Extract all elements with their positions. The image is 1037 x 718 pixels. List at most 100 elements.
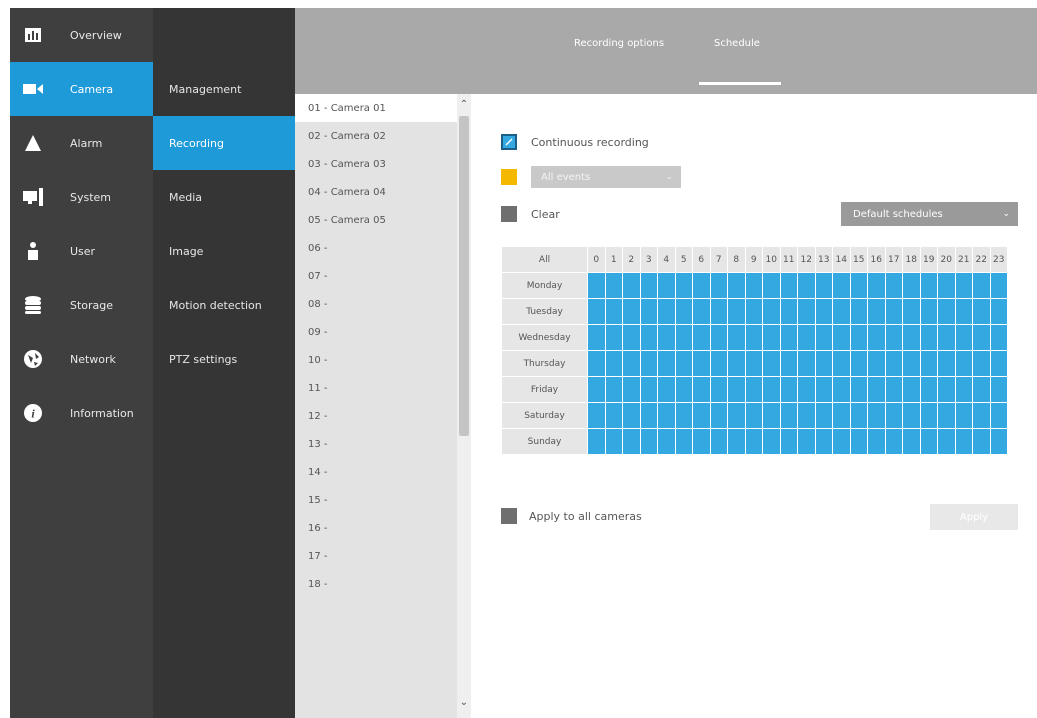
schedule-cell[interactable] [954,298,973,325]
camera-list-item[interactable]: 13 - [295,430,457,458]
camera-list-item[interactable]: 06 - [295,234,457,262]
schedule-cell[interactable] [587,402,606,429]
schedule-cell[interactable] [989,272,1008,299]
nav-item-information[interactable]: i Information [10,386,153,440]
schedule-cell[interactable] [884,376,903,403]
schedule-cell[interactable] [902,350,921,377]
schedule-cell[interactable] [692,402,711,429]
tab-recording-options[interactable]: Recording options [574,38,664,49]
schedule-cell[interactable] [849,402,868,429]
schedule-cell[interactable] [902,298,921,325]
schedule-cell[interactable] [674,402,693,429]
subnav-item-image[interactable]: Image [153,224,295,278]
schedule-cell[interactable] [692,350,711,377]
camera-list-item[interactable]: 12 - [295,402,457,430]
schedule-cell[interactable] [692,428,711,455]
nav-item-alarm[interactable]: Alarm [10,116,153,170]
schedule-cell[interactable] [954,350,973,377]
schedule-cell[interactable] [762,350,781,377]
schedule-cell[interactable] [989,350,1008,377]
schedule-cell[interactable] [972,428,991,455]
schedule-cell[interactable] [622,402,641,429]
grid-day-header[interactable]: Friday [501,376,588,403]
camera-list-item[interactable]: 18 - [295,570,457,598]
grid-hour-header[interactable]: 19 [919,246,938,273]
schedule-cell[interactable] [622,428,641,455]
schedule-cell[interactable] [604,402,623,429]
schedule-cell[interactable] [832,350,851,377]
schedule-cell[interactable] [814,402,833,429]
schedule-cell[interactable] [937,402,956,429]
schedule-cell[interactable] [832,376,851,403]
schedule-cell[interactable] [744,350,763,377]
schedule-cell[interactable] [884,402,903,429]
schedule-cell[interactable] [937,324,956,351]
schedule-cell[interactable] [587,350,606,377]
apply-all-checkbox[interactable] [501,508,517,524]
schedule-cell[interactable] [884,428,903,455]
schedule-cell[interactable] [867,428,886,455]
schedule-cell[interactable] [709,324,728,351]
schedule-cell[interactable] [587,428,606,455]
schedule-cell[interactable] [797,272,816,299]
grid-hour-header[interactable]: 1 [604,246,623,273]
grid-hour-header[interactable]: 5 [674,246,693,273]
schedule-cell[interactable] [849,350,868,377]
scroll-down-icon[interactable]: ⌄ [459,698,469,708]
grid-hour-header[interactable]: 11 [779,246,798,273]
schedule-cell[interactable] [919,376,938,403]
subnav-item-media[interactable]: Media [153,170,295,224]
grid-hour-header[interactable]: 23 [989,246,1008,273]
schedule-cell[interactable] [779,324,798,351]
grid-hour-header[interactable]: 18 [902,246,921,273]
schedule-cell[interactable] [744,324,763,351]
camera-list-scrollbar[interactable]: ⌃ ⌄ [457,94,471,718]
schedule-cell[interactable] [867,376,886,403]
schedule-cell[interactable] [814,324,833,351]
schedule-cell[interactable] [674,376,693,403]
schedule-cell[interactable] [814,350,833,377]
schedule-cell[interactable] [867,324,886,351]
schedule-cell[interactable] [727,402,746,429]
events-dropdown[interactable]: All events ⌄ [531,166,681,188]
grid-hour-header[interactable]: 8 [727,246,746,273]
camera-list-item[interactable]: 05 - Camera 05 [295,206,457,234]
camera-list-item[interactable]: 03 - Camera 03 [295,150,457,178]
grid-hour-header[interactable]: 2 [622,246,641,273]
schedule-cell[interactable] [972,324,991,351]
schedule-cell[interactable] [972,272,991,299]
grid-day-header[interactable]: Thursday [501,350,588,377]
schedule-cell[interactable] [867,350,886,377]
grid-hour-header[interactable]: 17 [884,246,903,273]
camera-list-item[interactable]: 08 - [295,290,457,318]
schedule-cell[interactable] [797,428,816,455]
grid-day-header[interactable]: Wednesday [501,324,588,351]
schedule-cell[interactable] [692,272,711,299]
schedule-cell[interactable] [622,324,641,351]
schedule-cell[interactable] [744,298,763,325]
schedule-cell[interactable] [622,298,641,325]
schedule-cell[interactable] [797,402,816,429]
schedule-cell[interactable] [604,272,623,299]
grid-hour-header[interactable]: 12 [797,246,816,273]
grid-day-header[interactable]: Tuesday [501,298,588,325]
schedule-cell[interactable] [604,298,623,325]
grid-day-header[interactable]: Sunday [501,428,588,455]
schedule-cell[interactable] [604,324,623,351]
continuous-swatch-icon[interactable] [501,134,517,150]
camera-list-item[interactable]: 16 - [295,514,457,542]
schedule-cell[interactable] [972,298,991,325]
schedule-cell[interactable] [954,402,973,429]
schedule-cell[interactable] [919,298,938,325]
schedule-cell[interactable] [919,324,938,351]
schedule-cell[interactable] [674,272,693,299]
schedule-cell[interactable] [727,298,746,325]
schedule-cell[interactable] [972,350,991,377]
schedule-cell[interactable] [657,350,676,377]
grid-all-button[interactable]: All [501,246,588,273]
schedule-cell[interactable] [902,428,921,455]
default-schedules-dropdown[interactable]: Default schedules ⌄ [841,202,1018,226]
camera-list-item[interactable]: 14 - [295,458,457,486]
grid-hour-header[interactable]: 16 [867,246,886,273]
apply-button[interactable]: Apply [930,504,1018,530]
